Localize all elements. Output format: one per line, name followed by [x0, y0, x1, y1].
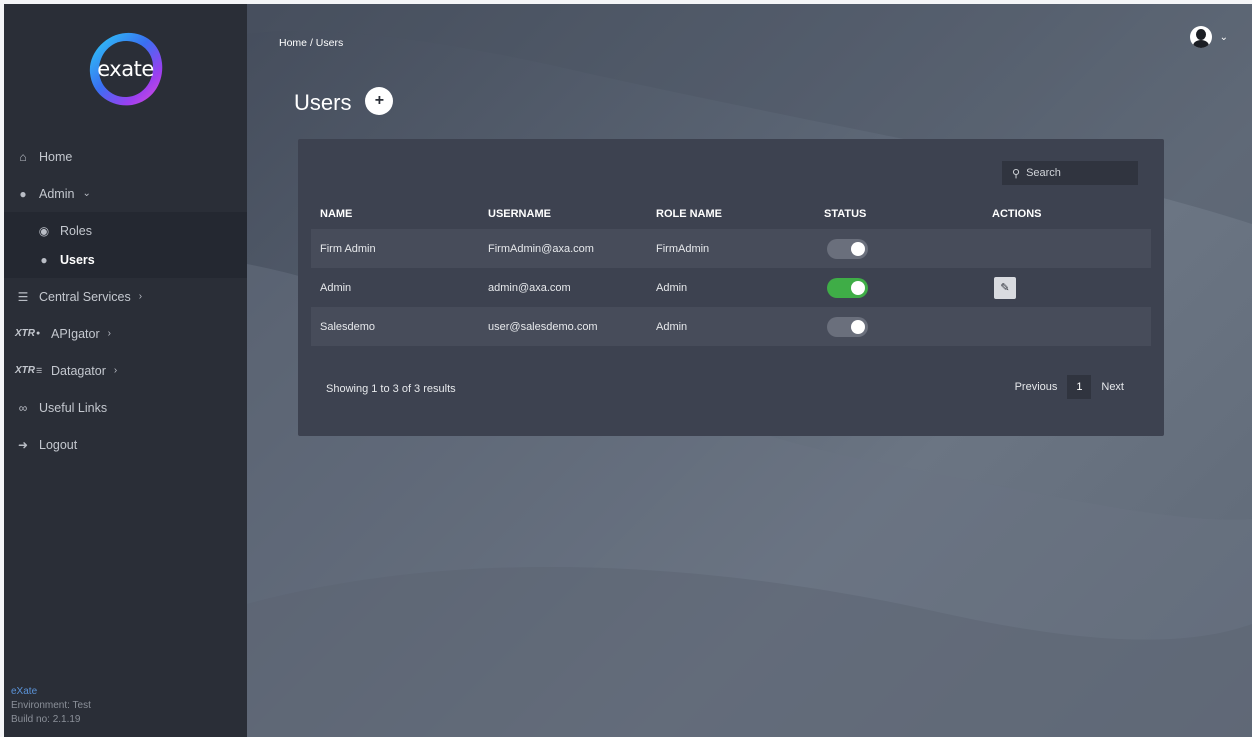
- cell-name: Salesdemo: [320, 320, 376, 333]
- sidebar-item-label: Admin: [39, 186, 75, 201]
- app-frame: exate ⌂ Home ● Admin ⌄ ◉ Roles ● Users ☰…: [4, 4, 1252, 737]
- cell-role: Admin: [656, 320, 688, 333]
- footer-brand: eXate: [11, 686, 38, 697]
- logout-icon: ➜: [17, 437, 29, 452]
- cell-status: [815, 316, 983, 337]
- chevron-down-icon: ⌄: [82, 188, 91, 199]
- link-icon: ∞: [18, 400, 28, 415]
- page-header: Users +: [294, 87, 394, 116]
- cell-name: Firm Admin: [320, 242, 376, 255]
- logo-area: exate: [4, 4, 247, 134]
- sidebar-item-label: Roles: [60, 223, 92, 238]
- footer-info: eXate Environment: Test Build no: 2.1.19: [11, 685, 91, 727]
- sidebar-item-label: Datagator: [51, 363, 106, 378]
- current-page-button[interactable]: 1: [1067, 375, 1092, 399]
- pagination: Previous 1 Next: [1005, 375, 1134, 399]
- breadcrumb-current: Users: [315, 37, 344, 49]
- results-summary: Showing 1 to 3 of 3 results: [326, 383, 456, 395]
- users-table-card: ⚲ NAME USERNAME ROLE NAME STATUS ACTIONS…: [298, 139, 1164, 436]
- sidebar-item-label: APIgator: [51, 326, 100, 341]
- cell-username: FirmAdmin@axa.com: [488, 242, 594, 255]
- search-input[interactable]: [1026, 167, 1127, 179]
- layers-icon: ☰: [17, 289, 29, 304]
- column-header-actions: ACTIONS: [992, 208, 1042, 220]
- table-row[interactable]: Firm Admin FirmAdmin@axa.com FirmAdmin: [311, 229, 1151, 268]
- pencil-icon: ✎: [1000, 282, 1010, 294]
- cell-status: [815, 277, 983, 298]
- chevron-right-icon: ›: [113, 365, 118, 376]
- next-page-button[interactable]: Next: [1091, 381, 1134, 393]
- previous-page-button[interactable]: Previous: [1005, 381, 1068, 393]
- logo-text: exate: [97, 57, 154, 81]
- sidebar-item-roles[interactable]: ◉ Roles: [4, 216, 247, 245]
- table-row[interactable]: Admin admin@axa.com Admin ✎: [311, 268, 1151, 307]
- main-content: Home / Users ⌄ Users + ⚲ NAME USERNAME R…: [247, 4, 1252, 737]
- user-menu[interactable]: ⌄: [1189, 26, 1228, 48]
- footer-build: Build no: 2.1.19: [11, 714, 81, 725]
- table-body: Firm Admin FirmAdmin@axa.com FirmAdmin A…: [311, 229, 1151, 346]
- exate-logo[interactable]: exate: [86, 29, 166, 109]
- cell-role: Admin: [656, 281, 688, 294]
- admin-users-icon: ●: [19, 186, 27, 201]
- status-toggle[interactable]: [827, 277, 868, 298]
- sidebar-item-admin[interactable]: ● Admin ⌄: [4, 175, 247, 212]
- search-box[interactable]: ⚲: [1002, 161, 1138, 185]
- search-icon: ⚲: [1012, 167, 1021, 180]
- chevron-right-icon: ›: [107, 328, 111, 339]
- apigator-brand-icon: XTR ●: [15, 328, 41, 339]
- breadcrumb: Home / Users: [279, 37, 343, 49]
- column-header-status[interactable]: STATUS: [815, 208, 983, 220]
- sidebar-item-datagator[interactable]: XTR ☰ Datagator ›: [4, 352, 247, 389]
- users-icon: ●: [40, 252, 48, 267]
- roles-icon: ◉: [38, 223, 50, 238]
- cell-actions: ✎: [983, 276, 1151, 299]
- sidebar-item-label: Users: [60, 252, 95, 267]
- add-user-button[interactable]: +: [365, 87, 394, 115]
- footer-environment: Environment: Test: [11, 700, 91, 711]
- status-toggle[interactable]: [827, 238, 868, 259]
- table-header: NAME USERNAME ROLE NAME STATUS ACTIONS: [311, 202, 1151, 226]
- sidebar-item-home[interactable]: ⌂ Home: [4, 138, 247, 175]
- cell-username: admin@axa.com: [488, 281, 571, 294]
- column-header-name[interactable]: NAME: [311, 208, 479, 220]
- sidebar-item-apigator[interactable]: XTR ● APIgator ›: [4, 315, 247, 352]
- chevron-right-icon: ›: [138, 291, 143, 302]
- breadcrumb-home-link[interactable]: Home: [279, 37, 307, 49]
- breadcrumb-separator: /: [309, 37, 313, 49]
- sidebar-nav: ⌂ Home ● Admin ⌄ ◉ Roles ● Users ☰ Centr…: [4, 138, 247, 463]
- sidebar-item-label: Central Services: [39, 289, 131, 304]
- table-row[interactable]: Salesdemo user@salesdemo.com Admin: [311, 307, 1151, 346]
- sidebar-item-label: Useful Links: [39, 400, 108, 415]
- column-header-username[interactable]: USERNAME: [479, 208, 647, 220]
- sidebar-item-useful-links[interactable]: ∞ Useful Links: [4, 389, 247, 426]
- avatar[interactable]: [1189, 26, 1212, 48]
- cell-name: Admin: [320, 281, 352, 294]
- home-icon: ⌂: [19, 149, 27, 164]
- cell-status: [815, 238, 983, 259]
- edit-button[interactable]: ✎: [994, 276, 1016, 299]
- sidebar-item-label: Home: [39, 149, 73, 164]
- sidebar: exate ⌂ Home ● Admin ⌄ ◉ Roles ● Users ☰…: [4, 4, 247, 737]
- sidebar-item-label: Logout: [39, 437, 78, 452]
- datagator-brand-icon: XTR ☰: [15, 365, 43, 376]
- brand-icon-text: XTR: [15, 365, 35, 376]
- sidebar-item-logout[interactable]: ➜ Logout: [4, 426, 247, 463]
- chevron-down-icon: ⌄: [1219, 31, 1228, 43]
- sidebar-item-central-services[interactable]: ☰ Central Services ›: [4, 278, 247, 315]
- cell-username: user@salesdemo.com: [488, 320, 598, 333]
- brand-icon-text: XTR: [15, 328, 35, 339]
- admin-subnav: ◉ Roles ● Users: [4, 212, 247, 278]
- cell-role: FirmAdmin: [656, 242, 710, 255]
- column-header-role-name[interactable]: ROLE NAME: [647, 208, 815, 220]
- sidebar-item-users[interactable]: ● Users: [4, 245, 247, 274]
- status-toggle[interactable]: [827, 316, 868, 337]
- page-title: Users: [294, 90, 352, 115]
